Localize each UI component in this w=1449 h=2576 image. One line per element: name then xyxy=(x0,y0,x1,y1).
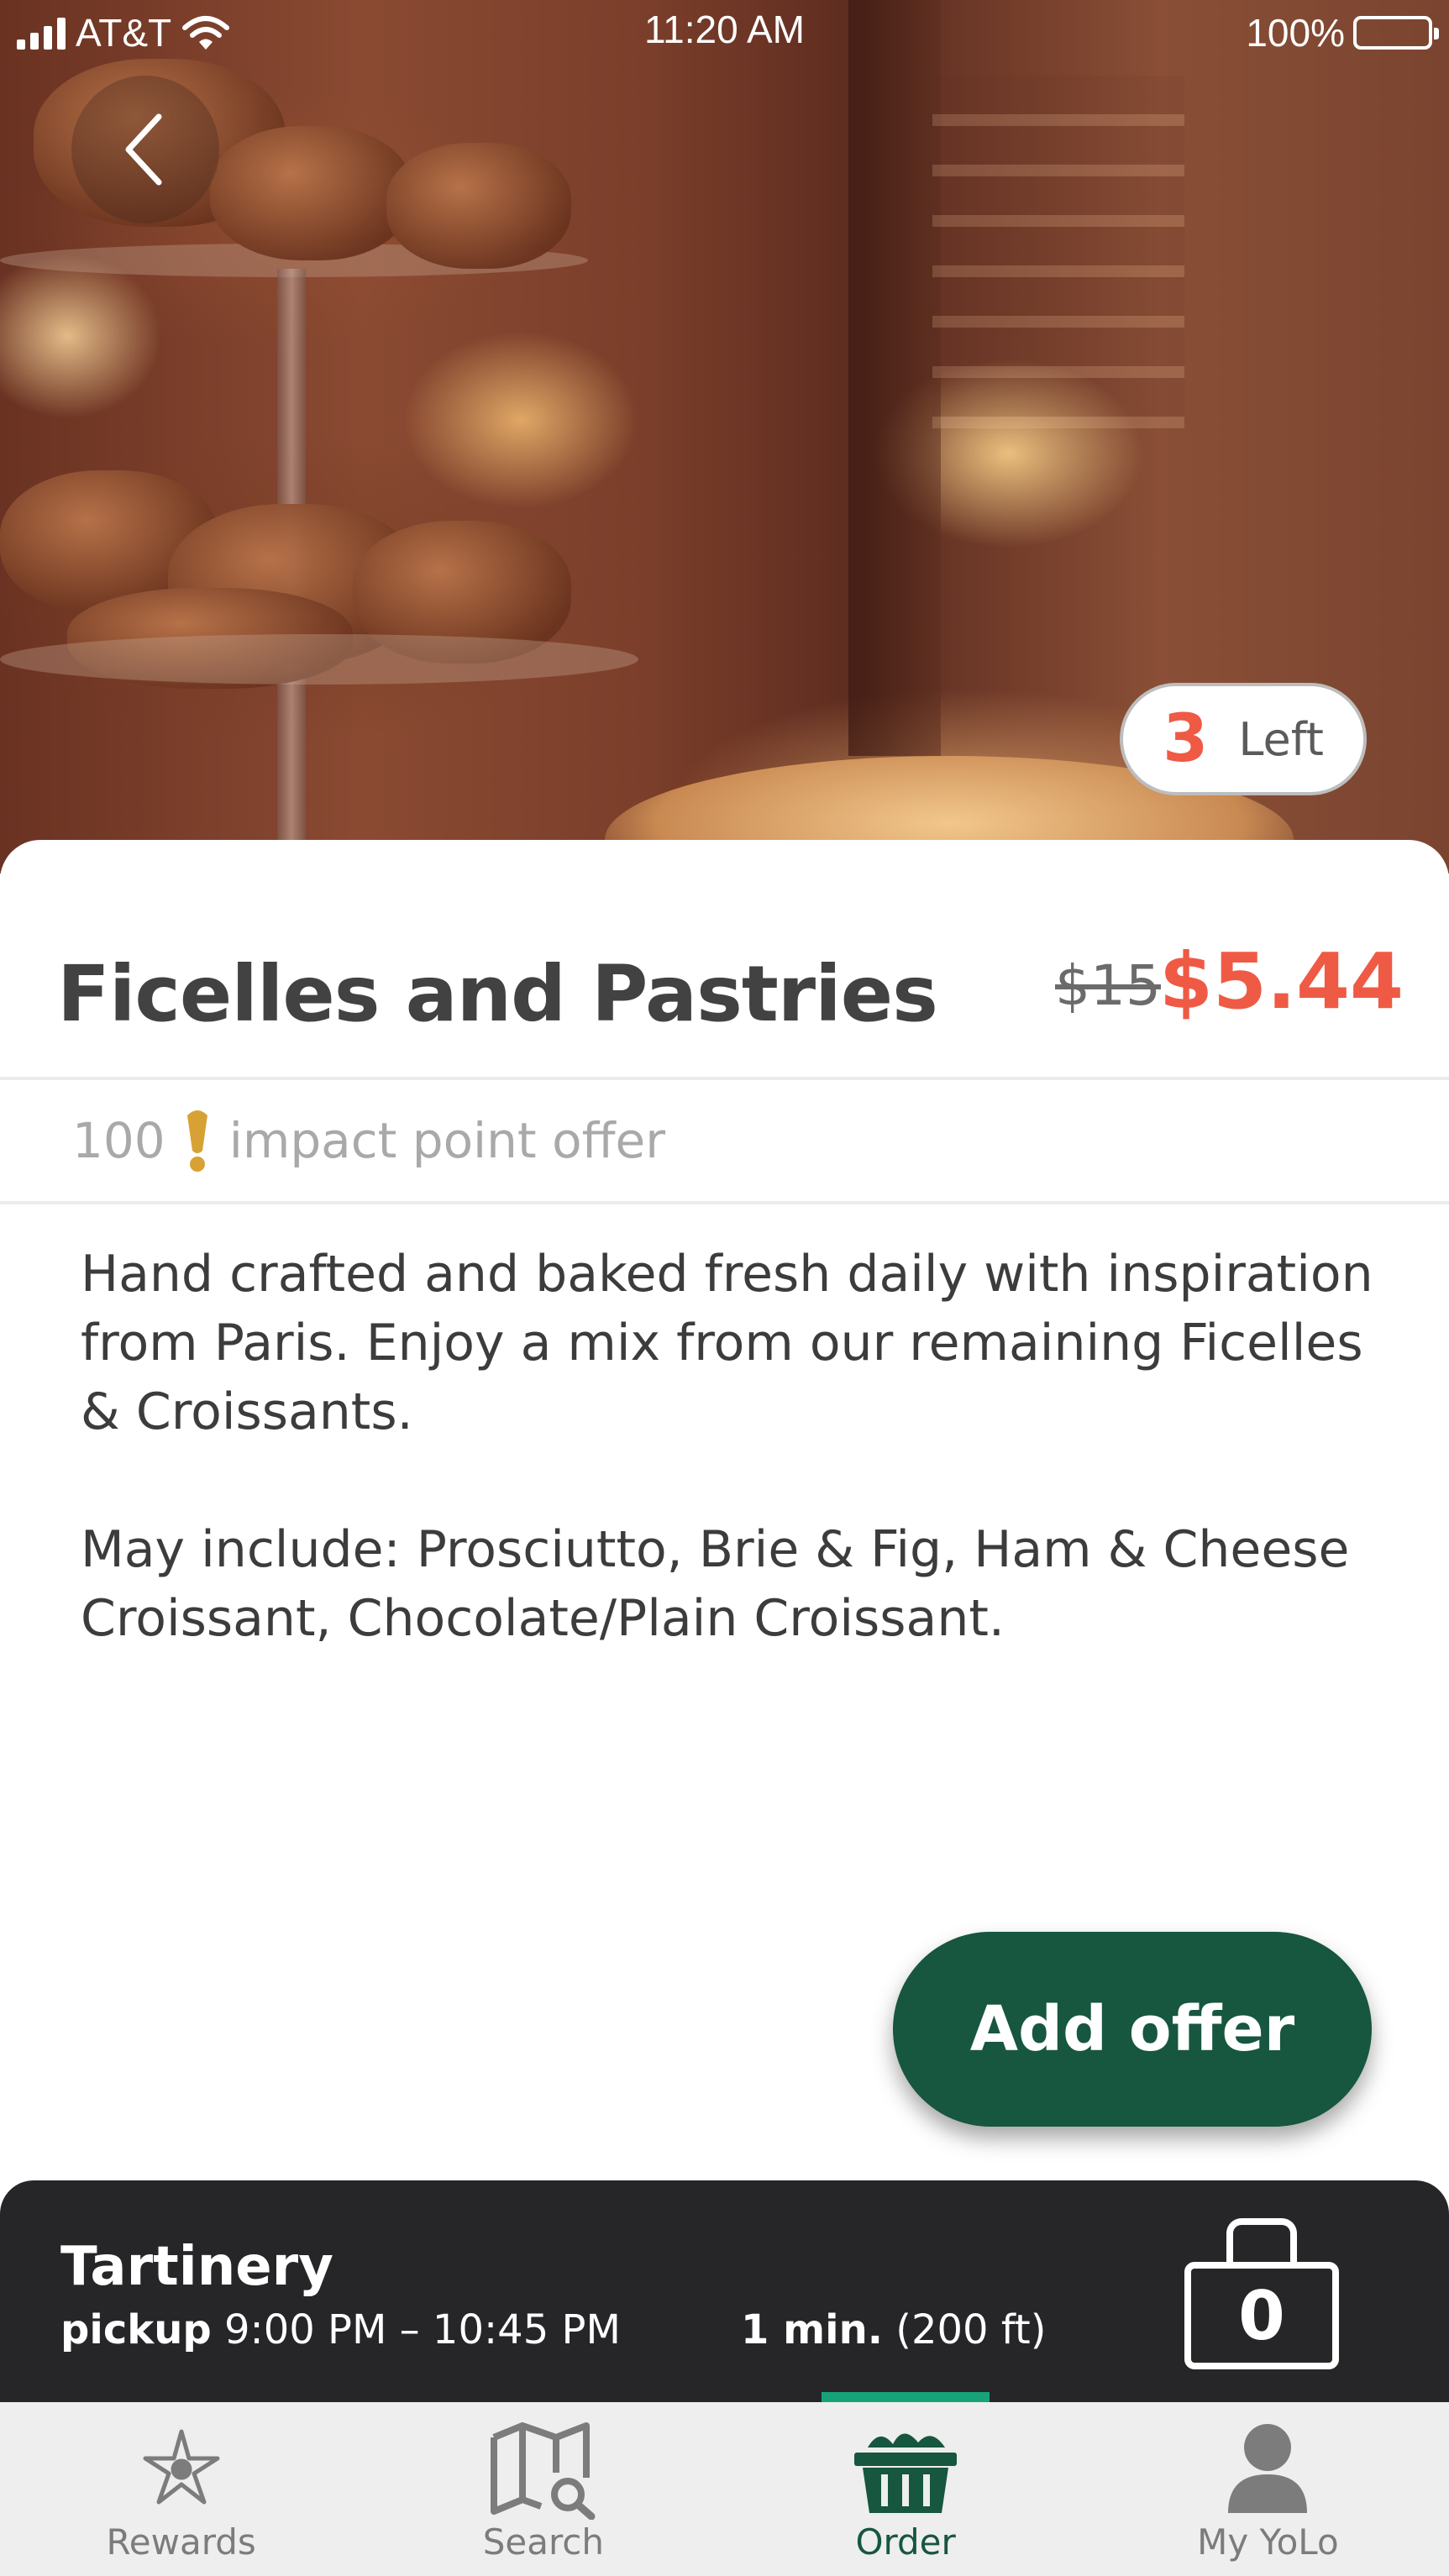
divider xyxy=(0,1077,1449,1080)
battery-icon xyxy=(1353,16,1439,50)
tab-rewards[interactable]: Rewards xyxy=(0,2402,362,2576)
tab-search[interactable]: Search xyxy=(362,2402,724,2576)
description-paragraph: Hand crafted and baked fresh daily with … xyxy=(81,1245,1373,1441)
tab-label: Search xyxy=(482,2521,605,2563)
remaining-count: 3 xyxy=(1163,701,1209,777)
travel-distance: 1 min. (200 ft) xyxy=(741,2306,1046,2353)
bag-count: 0 xyxy=(1184,2262,1339,2369)
remaining-badge: 3 Left xyxy=(1120,683,1367,795)
impact-offer: 100 impact point offer xyxy=(72,1107,665,1174)
battery-status: 100% xyxy=(1246,10,1439,55)
map-search-icon xyxy=(490,2422,596,2520)
basket-icon xyxy=(854,2433,958,2513)
tab-label: Rewards xyxy=(106,2521,256,2563)
rewards-star-icon xyxy=(143,2429,220,2505)
pickup-bar[interactable]: Tartinery pickup 9:00 PM – 10:45 PM 1 mi… xyxy=(0,2180,1449,2402)
add-offer-button[interactable]: Add offer xyxy=(893,1932,1372,2127)
original-price: $15 xyxy=(1055,953,1161,1018)
tab-bar: Rewards Search Order My YoLo xyxy=(0,2392,1449,2576)
offer-price: $5.44 xyxy=(1159,936,1404,1026)
description-paragraph: May include: Prosciutto, Brie & Fig, Ham… xyxy=(81,1520,1350,1648)
impact-exclamation-icon xyxy=(186,1110,207,1172)
clock: 11:20 AM xyxy=(644,8,805,51)
pickup-time: 9:00 PM – 10:45 PM xyxy=(223,2306,621,2353)
travel-time: 1 min. xyxy=(741,2306,883,2353)
store-name: Tartinery xyxy=(60,2236,333,2298)
user-icon xyxy=(1228,2424,1308,2513)
impact-label: impact point offer xyxy=(228,1112,666,1169)
divider xyxy=(0,1201,1449,1204)
battery-percent: 100% xyxy=(1246,11,1345,55)
pickup-window: pickup 9:00 PM – 10:45 PM xyxy=(60,2306,621,2353)
offer-title: Ficelles and Pastries xyxy=(57,949,938,1039)
status-bar: AT&T 11:20 AM 100% xyxy=(0,0,1449,67)
back-button[interactable] xyxy=(71,76,219,223)
tab-my-yolo[interactable]: My YoLo xyxy=(1087,2402,1449,2576)
offer-description: Hand crafted and baked fresh daily with … xyxy=(81,1240,1391,1722)
chevron-left-icon xyxy=(125,113,162,186)
tab-label: My YoLo xyxy=(1197,2521,1339,2563)
bag-button[interactable]: 0 xyxy=(1184,2218,1339,2369)
tab-order[interactable]: Order xyxy=(725,2392,1087,2576)
distance: (200 ft) xyxy=(895,2306,1047,2353)
bag-icon xyxy=(1226,2218,1297,2269)
impact-points: 100 xyxy=(72,1112,165,1169)
remaining-label: Left xyxy=(1238,712,1324,766)
pickup-label: pickup xyxy=(60,2306,212,2353)
tab-label: Order xyxy=(855,2521,956,2563)
